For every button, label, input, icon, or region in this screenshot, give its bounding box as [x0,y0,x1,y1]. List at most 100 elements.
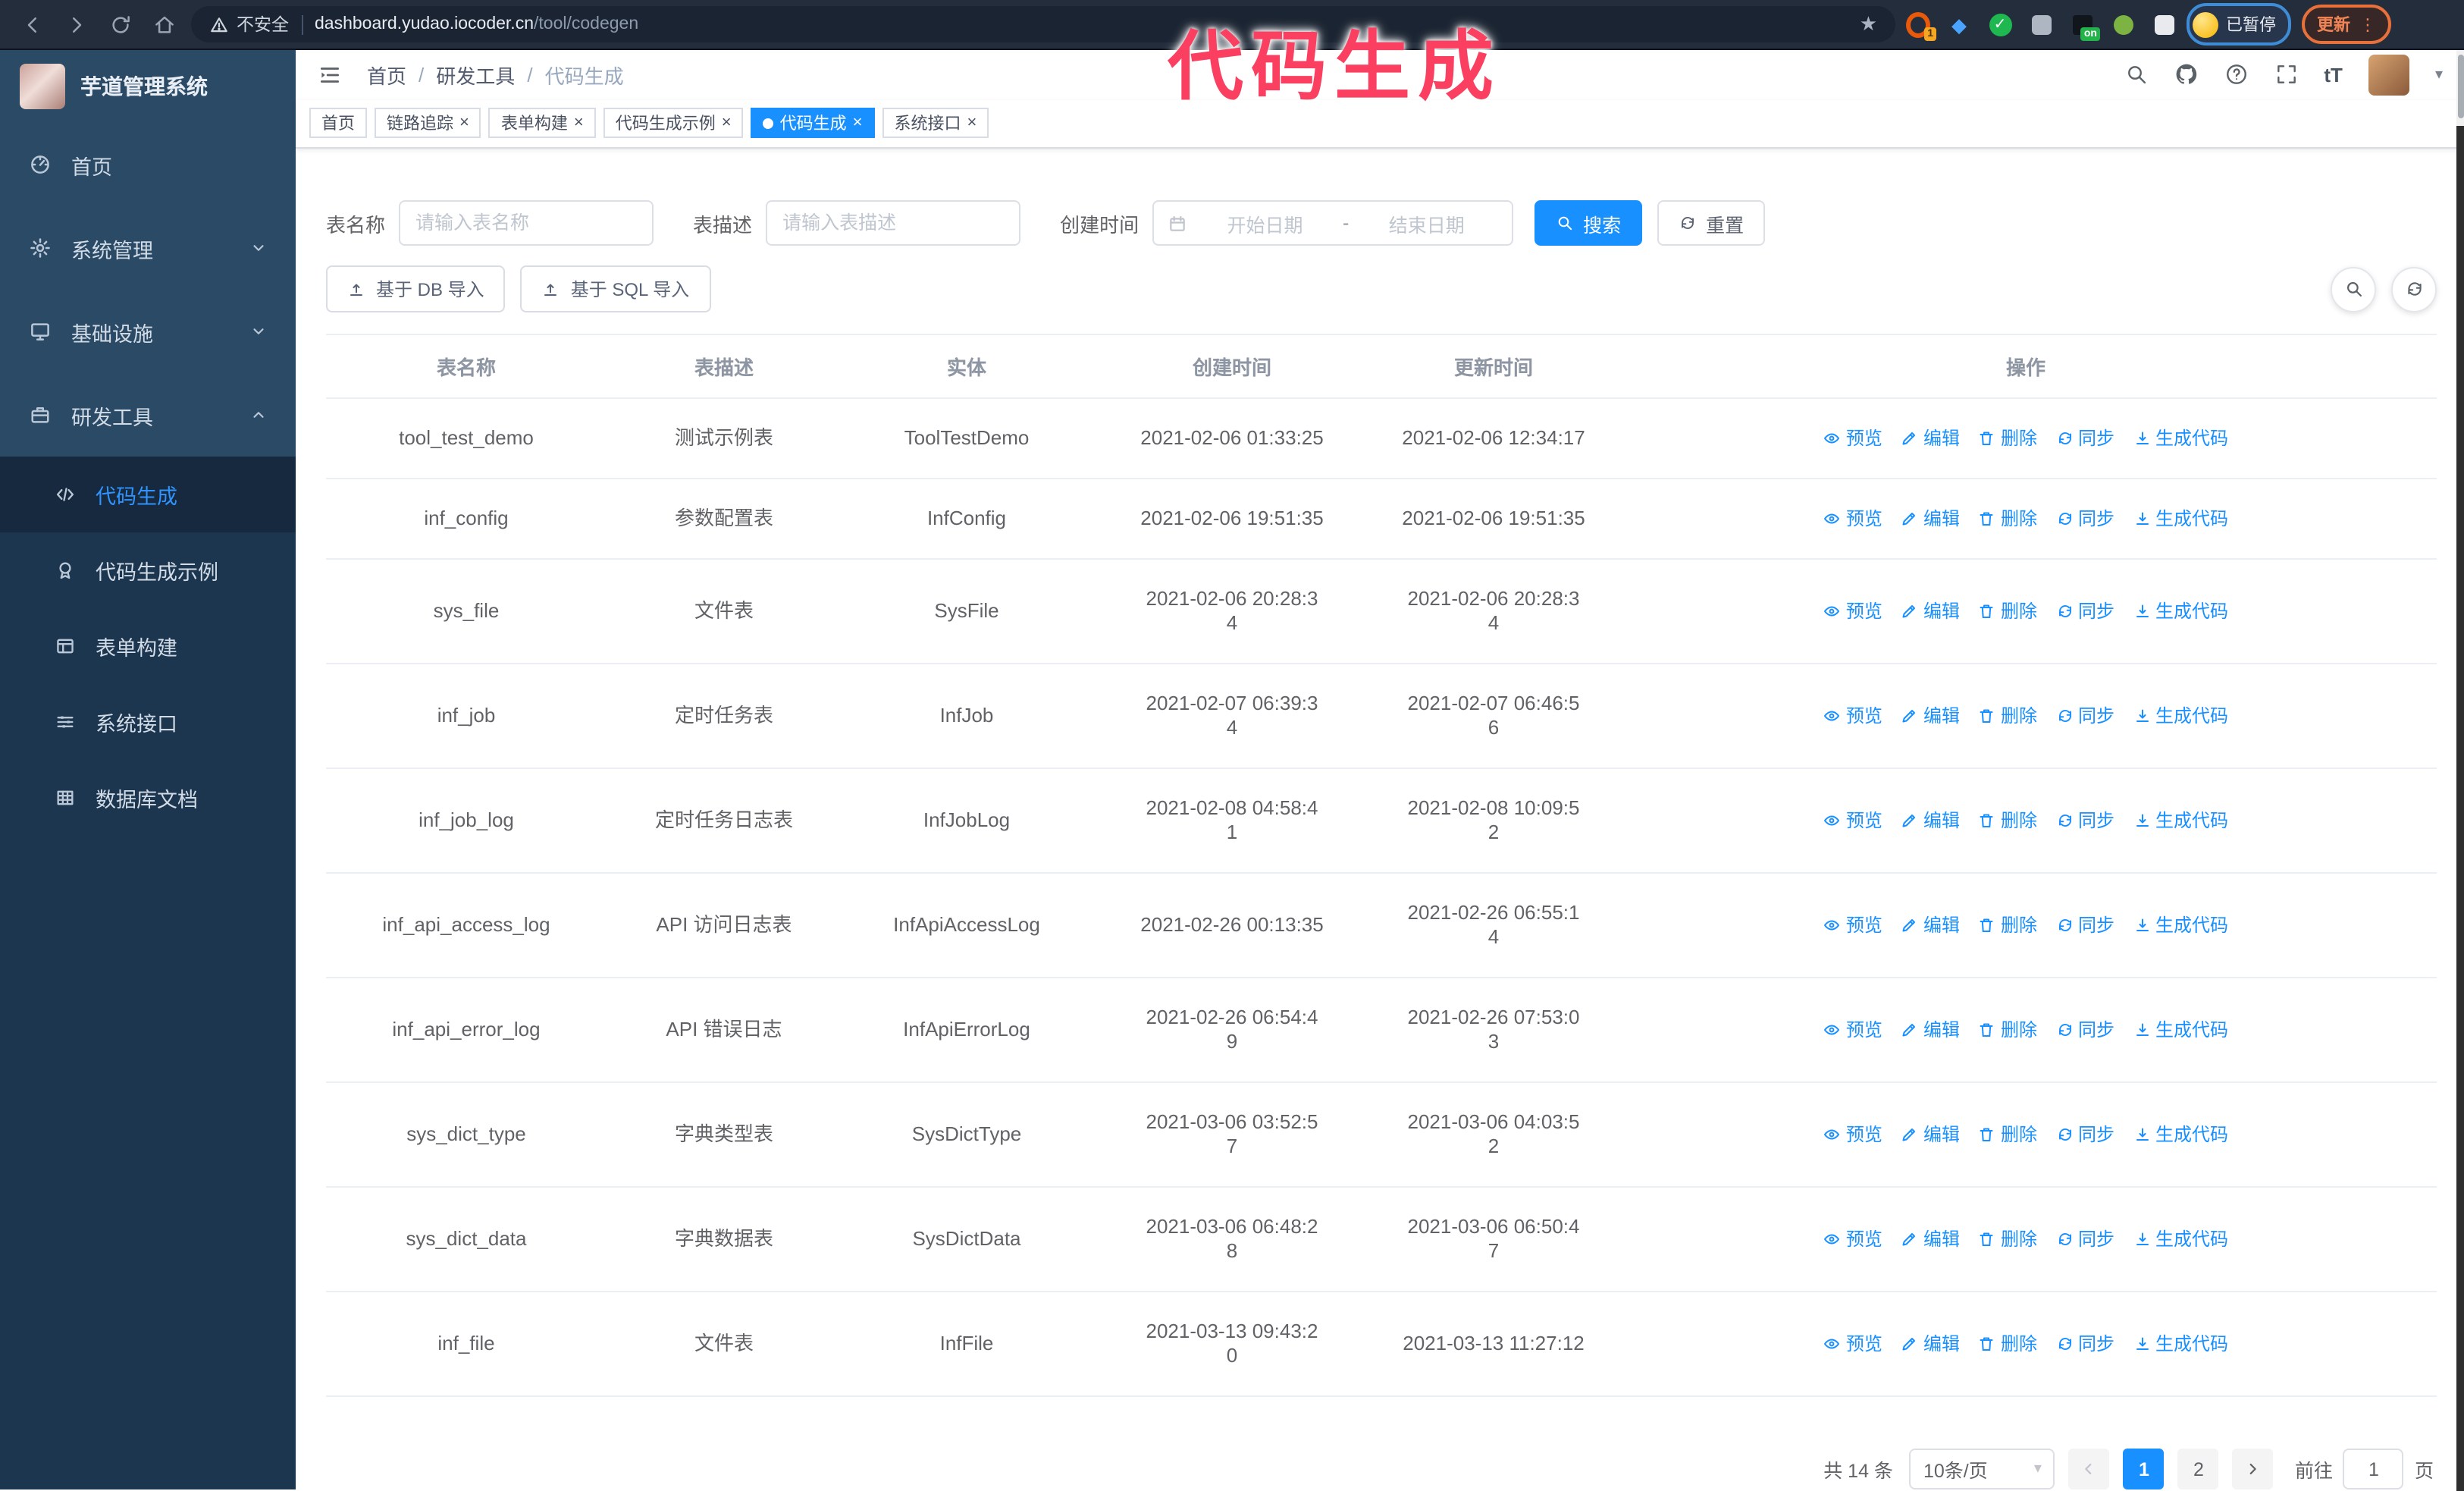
sidebar-subitem-表单构建[interactable]: 表单构建 [0,608,296,684]
action-同步[interactable]: 同步 [2055,1332,2114,1356]
sidebar-item-系统管理[interactable]: 系统管理 [0,206,296,290]
action-预览[interactable]: 预览 [1823,1018,1882,1042]
extension-android-icon[interactable] [2111,12,2135,36]
table-name-input[interactable] [399,200,654,246]
import-sql-button[interactable]: 基于 SQL 导入 [520,265,711,312]
table-desc-input[interactable] [766,200,1021,246]
breadcrumb-item-tools[interactable]: 研发工具 [436,61,515,89]
tab-close-icon[interactable]: × [459,115,469,132]
extension-grid-icon[interactable] [2029,12,2053,36]
action-预览[interactable]: 预览 [1823,704,1882,728]
action-预览[interactable]: 预览 [1823,913,1882,937]
action-编辑[interactable]: 编辑 [1901,808,1960,833]
date-range-picker[interactable]: 开始日期 - 结束日期 [1152,200,1514,246]
action-删除[interactable]: 删除 [1978,507,2037,531]
sidebar-subitem-数据库文档[interactable]: 数据库文档 [0,760,296,836]
action-同步[interactable]: 同步 [2055,599,2114,623]
action-同步[interactable]: 同步 [2055,1227,2114,1251]
action-编辑[interactable]: 编辑 [1901,1122,1960,1147]
kebab-menu-icon[interactable]: ⋮ [2359,14,2376,34]
import-db-button[interactable]: 基于 DB 导入 [326,265,506,312]
action-生成代码[interactable]: 生成代码 [2133,1332,2228,1356]
action-编辑[interactable]: 编辑 [1901,507,1960,531]
tab-close-icon[interactable]: × [574,115,584,132]
action-同步[interactable]: 同步 [2055,1122,2114,1147]
refresh-table-button[interactable] [2391,266,2437,312]
action-生成代码[interactable]: 生成代码 [2133,599,2228,623]
tab-close-icon[interactable]: × [853,115,863,132]
sidebar-subitem-代码生成示例[interactable]: 代码生成示例 [0,532,296,608]
action-生成代码[interactable]: 生成代码 [2133,426,2228,450]
toggle-search-button[interactable] [2331,266,2376,312]
browser-back-icon[interactable] [15,8,49,41]
sidebar-item-首页[interactable]: 首页 [0,123,296,206]
action-编辑[interactable]: 编辑 [1901,1018,1960,1042]
action-删除[interactable]: 删除 [1978,704,2037,728]
goto-page-input[interactable] [2343,1449,2404,1489]
user-avatar[interactable] [2368,54,2409,96]
action-删除[interactable]: 删除 [1978,426,2037,450]
action-生成代码[interactable]: 生成代码 [2133,507,2228,531]
tab-首页[interactable]: 首页 [309,108,367,139]
action-生成代码[interactable]: 生成代码 [2133,1122,2228,1147]
tab-系统接口[interactable]: 系统接口 × [882,108,989,139]
action-删除[interactable]: 删除 [1978,1332,2037,1356]
action-删除[interactable]: 删除 [1978,808,2037,833]
sidebar-subitem-系统接口[interactable]: 系统接口 [0,684,296,760]
avatar-caret-icon[interactable]: ▾ [2435,67,2443,83]
extension-puzzle-icon[interactable] [2152,12,2176,36]
action-编辑[interactable]: 编辑 [1901,1227,1960,1251]
scrollbar-thumb[interactable] [2457,55,2463,118]
sidebar-subitem-代码生成[interactable]: 代码生成 [0,457,296,532]
extension-check-icon[interactable]: ✓ [1988,12,2012,36]
browser-forward-icon[interactable] [59,8,92,41]
window-scrollbar[interactable] [2456,50,2464,1491]
tab-表单构建[interactable]: 表单构建 × [488,108,596,139]
action-编辑[interactable]: 编辑 [1901,704,1960,728]
extension-orange-icon[interactable]: 1 [1906,11,1936,41]
action-生成代码[interactable]: 生成代码 [2133,1227,2228,1251]
sidebar-fold-icon[interactable] [317,62,343,88]
browser-home-icon[interactable] [147,8,180,41]
extension-gem-icon[interactable]: ◆ [1947,12,1971,36]
fullscreen-icon[interactable] [2274,63,2298,87]
action-编辑[interactable]: 编辑 [1901,1332,1960,1356]
browser-update-button[interactable]: 更新 ⋮ [2302,5,2391,44]
breadcrumb-item-home[interactable]: 首页 [367,61,406,89]
action-编辑[interactable]: 编辑 [1901,913,1960,937]
page-button-2[interactable]: 2 [2177,1449,2219,1489]
action-同步[interactable]: 同步 [2055,913,2114,937]
action-删除[interactable]: 删除 [1978,1227,2037,1251]
action-生成代码[interactable]: 生成代码 [2133,1018,2228,1042]
next-page-button[interactable] [2232,1449,2274,1489]
tab-代码生成示例[interactable]: 代码生成示例 × [603,108,744,139]
action-同步[interactable]: 同步 [2055,1018,2114,1042]
prev-page-button[interactable] [2068,1449,2110,1489]
tab-close-icon[interactable]: × [967,115,977,132]
action-生成代码[interactable]: 生成代码 [2133,808,2228,833]
action-预览[interactable]: 预览 [1823,426,1882,450]
github-icon[interactable] [2174,63,2198,87]
action-同步[interactable]: 同步 [2055,808,2114,833]
action-删除[interactable]: 删除 [1978,1018,2037,1042]
tab-close-icon[interactable]: × [722,115,732,132]
header-search-icon[interactable] [2124,63,2148,87]
action-预览[interactable]: 预览 [1823,1227,1882,1251]
action-生成代码[interactable]: 生成代码 [2133,704,2228,728]
font-size-icon[interactable]: tT [2324,64,2343,86]
page-button-1[interactable]: 1 [2123,1449,2165,1489]
action-预览[interactable]: 预览 [1823,599,1882,623]
action-同步[interactable]: 同步 [2055,426,2114,450]
action-编辑[interactable]: 编辑 [1901,599,1960,623]
sidebar-item-研发工具[interactable]: 研发工具 [0,373,296,457]
action-预览[interactable]: 预览 [1823,808,1882,833]
profile-paused-chip[interactable]: 已暂停 [2187,3,2291,46]
extension-on-icon[interactable]: on [2070,12,2100,41]
action-生成代码[interactable]: 生成代码 [2133,913,2228,937]
reset-button[interactable]: 重置 [1657,200,1766,246]
browser-reload-icon[interactable] [103,8,136,41]
action-删除[interactable]: 删除 [1978,913,2037,937]
help-icon[interactable] [2224,63,2248,87]
action-同步[interactable]: 同步 [2055,507,2114,531]
security-warning[interactable]: 不安全 [209,12,289,36]
